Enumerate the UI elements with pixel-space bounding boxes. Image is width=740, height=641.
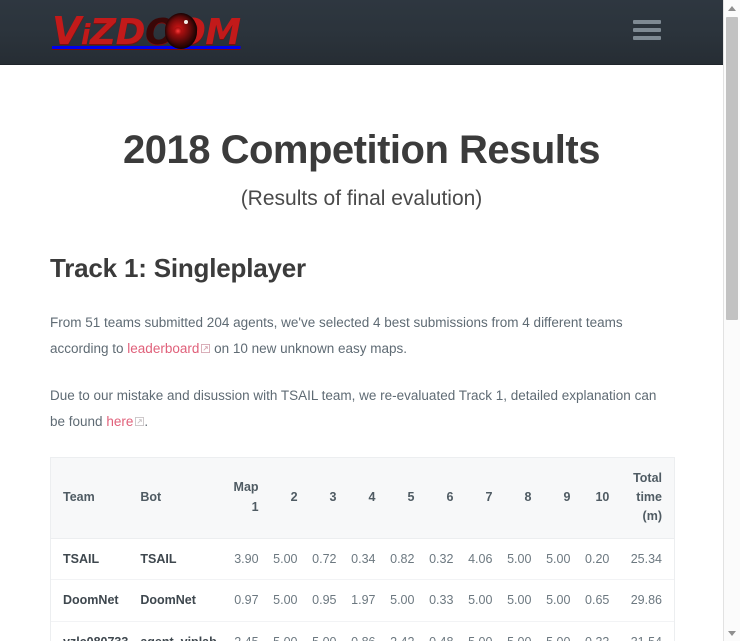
cell-map-9: 5.00 — [537, 621, 577, 641]
table-row: yzlc080733agent_viplab2.455.005.000.862.… — [51, 621, 674, 641]
cell-map-4: 0.34 — [351, 551, 376, 566]
cell-map-10: 0.33 — [576, 621, 616, 641]
cell-map-3: 5.00 — [303, 621, 343, 641]
cell-map-5: 5.00 — [381, 579, 421, 622]
col-header-map2: 2 — [264, 457, 304, 539]
cell-total-time: 31.54 — [615, 621, 674, 641]
cell-map-8: 5.00 — [498, 621, 538, 641]
hamburger-bar-3 — [633, 36, 661, 40]
cell-map-4: 1.97 — [342, 579, 382, 622]
cell-bot: TSAIL — [140, 551, 177, 566]
section-title-track1: Track 1: Singleplayer — [50, 253, 306, 283]
cell-bot: agent_viplab — [134, 621, 226, 641]
results-table-head: Team Bot Map 1 2 3 4 5 6 7 8 9 10 Total … — [51, 457, 674, 539]
cell-total-time: 25.34 — [630, 551, 662, 566]
results-table-container: Team Bot Map 1 2 3 4 5 6 7 8 9 10 Total … — [50, 456, 675, 641]
external-link-icon — [201, 343, 211, 353]
col-header-map3: 3 — [303, 457, 343, 539]
col-header-map1: Map 1 — [225, 457, 265, 539]
col-header-team: Team — [51, 457, 135, 539]
cell-bot: DoomNet — [134, 579, 226, 622]
cell-map-3: 0.72 — [312, 551, 337, 566]
cell-map-5: 0.82 — [390, 551, 415, 566]
cell-map-3: 0.95 — [303, 579, 343, 622]
here-link[interactable]: here — [106, 413, 145, 429]
cell-map-8: 5.00 — [507, 551, 532, 566]
table-header-row: Team Bot Map 1 2 3 4 5 6 7 8 9 10 Total … — [51, 457, 674, 539]
cell-map-1: 0.97 — [225, 579, 265, 622]
site-header: ViZDOOM — [0, 0, 723, 65]
col-header-map5: 5 — [381, 457, 421, 539]
cell-map-7: 5.00 — [459, 621, 499, 641]
paragraph-track1-intro: From 51 teams submitted 204 agents, we'v… — [50, 310, 673, 361]
hamburger-bar-2 — [633, 28, 661, 32]
vertical-scrollbar[interactable] — [723, 0, 740, 641]
hamburger-menu-icon[interactable] — [633, 18, 661, 42]
col-header-map6: 6 — [420, 457, 460, 539]
results-table: Team Bot Map 1 2 3 4 5 6 7 8 9 10 Total … — [51, 457, 674, 641]
paragraph-track1-reevaluation: Due to our mistake and disussion with TS… — [50, 383, 673, 434]
cell-map-8: 5.00 — [498, 579, 538, 622]
leaderboard-link-label: leaderboard — [127, 340, 200, 356]
site-logo-text: ViZDOOM — [52, 8, 241, 53]
page-content: 2018 Competition Results (Results of fin… — [0, 65, 723, 641]
page-viewport: ViZDOOM 2018 Competition Results (Result… — [0, 0, 723, 641]
site-logo-vizdoom[interactable]: ViZDOOM — [52, 9, 241, 53]
cell-map-9: 5.00 — [546, 551, 571, 566]
browser-page: ViZDOOM 2018 Competition Results (Result… — [0, 0, 740, 641]
col-header-total-time: Total time (m) — [615, 457, 674, 539]
col-header-bot: Bot — [134, 457, 226, 539]
cell-map-6: 0.48 — [420, 621, 460, 641]
col-header-map4: 4 — [342, 457, 382, 539]
cell-map-6: 0.33 — [420, 579, 460, 622]
scroll-down-arrow-icon[interactable] — [724, 625, 740, 641]
table-row: TSAIL TSAIL 3.90 5.00 0.72 0.34 0.82 0.32 4.06 5.… — [51, 538, 674, 580]
cell-map-10: 0.20 — [585, 551, 610, 566]
paragraph1-text-after: on 10 new unknown easy maps. — [210, 340, 407, 356]
page-title: 2018 Competition Results — [122, 128, 601, 172]
col-header-map8: 8 — [498, 457, 538, 539]
col-header-map7: 7 — [459, 457, 499, 539]
cell-map-6: 0.32 — [429, 551, 454, 566]
here-link-label: here — [106, 413, 134, 429]
cell-map-1: 3.90 — [234, 551, 259, 566]
scrollbar-thumb[interactable] — [726, 17, 738, 320]
cell-map-10: 0.65 — [576, 579, 616, 622]
cell-map-2: 5.00 — [273, 551, 298, 566]
cell-map-9: 5.00 — [537, 579, 577, 622]
col-header-map9: 9 — [537, 457, 577, 539]
cell-team: DoomNet — [51, 579, 135, 622]
cell-map-2: 5.00 — [264, 621, 304, 641]
scroll-up-arrow-glyph — [728, 5, 736, 11]
table-row: DoomNet DoomNet 0.97 5.00 0.95 1.97 5.00 0.33 5.… — [51, 579, 674, 622]
results-table-body: TSAIL TSAIL 3.90 5.00 0.72 0.34 0.82 0.32 4.06 5.… — [51, 538, 674, 641]
leaderboard-link[interactable]: leaderboard — [127, 340, 211, 356]
cell-map-2: 5.00 — [264, 579, 304, 622]
cell-team: yzlc080733 — [51, 621, 135, 641]
cell-map-5: 2.42 — [381, 621, 421, 641]
col-header-map10: 10 — [576, 457, 616, 539]
cell-map-1: 2.45 — [225, 621, 265, 641]
paragraph2-text-after: . — [144, 413, 149, 429]
hamburger-bar-1 — [633, 20, 661, 24]
page-subtitle: (Results of final evalution) — [240, 187, 483, 210]
scroll-up-arrow-icon[interactable] — [724, 0, 740, 16]
cell-map-7: 5.00 — [459, 579, 499, 622]
cell-team: TSAIL — [63, 551, 100, 566]
external-link-icon — [135, 416, 145, 426]
scroll-down-arrow-glyph — [728, 630, 736, 636]
cell-total-time: 29.86 — [615, 579, 674, 622]
cell-map-7: 4.06 — [468, 551, 493, 566]
cell-map-4: 0.86 — [342, 621, 382, 641]
